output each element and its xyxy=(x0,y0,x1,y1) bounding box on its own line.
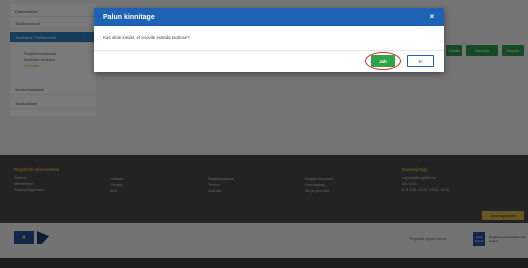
yes-button[interactable]: Jah xyxy=(371,55,395,67)
no-button[interactable]: Ei xyxy=(407,55,434,67)
dialog-message: Kas olete kindel, et soovite esitada tao… xyxy=(103,35,190,40)
dialog-divider xyxy=(94,50,444,51)
close-icon[interactable]: × xyxy=(427,12,437,22)
dialog-title: Palun kinnitage xyxy=(103,13,155,21)
dialog-header: Palun kinnitage × xyxy=(94,8,444,26)
confirm-dialog: Palun kinnitage × Kas olete kindel, et s… xyxy=(94,8,444,72)
